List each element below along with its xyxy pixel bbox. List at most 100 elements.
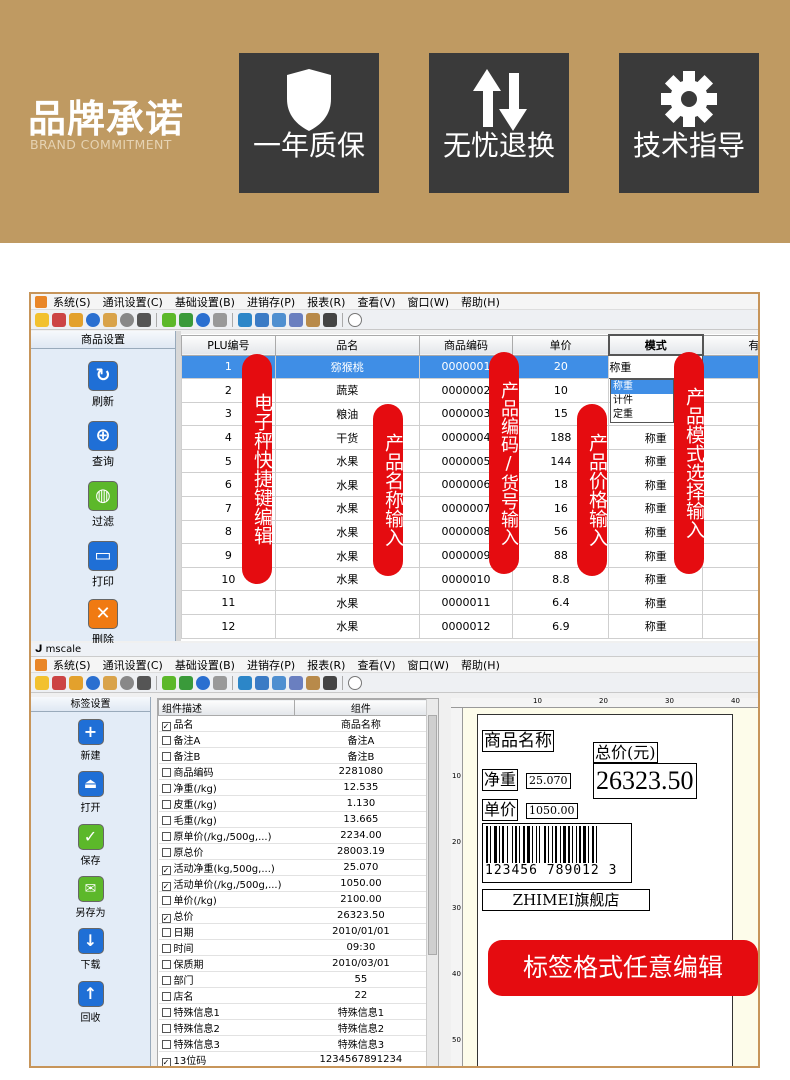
menu2-basic[interactable]: 基础设置(B) <box>175 657 235 673</box>
label2-icon[interactable] <box>272 675 286 690</box>
mode-option-weigh[interactable]: 称重 <box>611 380 673 394</box>
table-row[interactable]: 12水果00000126.9称重0 <box>181 614 758 639</box>
delete-button[interactable]: ✕ 删除 <box>31 599 175 647</box>
component-desc-cell[interactable]: 皮重(/kg) <box>158 795 295 812</box>
table-row[interactable]: 11水果00000116.4称重0 <box>181 590 758 616</box>
menu2-window[interactable]: 窗口(W) <box>408 657 449 673</box>
table-cell[interactable]: 0000011 <box>418 590 514 616</box>
component-row[interactable]: 日期 2010/01/01 <box>158 923 428 940</box>
table-cell[interactable]: 0 <box>702 425 758 450</box>
component-value[interactable]: 备注B <box>294 747 428 764</box>
component-value[interactable]: 28003.19 <box>294 843 428 860</box>
component-desc-cell[interactable]: 保质期 <box>158 955 295 972</box>
table-cell[interactable]: 12 <box>181 614 276 639</box>
tool-icon[interactable] <box>52 312 66 327</box>
component-checkbox[interactable] <box>161 944 171 953</box>
component-value[interactable]: 0001 <box>294 1068 427 1069</box>
table-cell[interactable]: 0 <box>702 543 758 568</box>
label2-icon[interactable] <box>272 312 286 327</box>
document-icon[interactable] <box>103 675 117 690</box>
table-cell[interactable]: 0 <box>702 519 758 545</box>
component-desc-cell[interactable]: ✓ 活动单价(/kg,/500g,...) <box>158 875 295 892</box>
database-icon[interactable] <box>213 312 227 327</box>
scale-icon[interactable] <box>238 312 252 327</box>
table-cell[interactable]: 称重 <box>608 614 704 639</box>
table-cell[interactable]: 0 <box>702 448 758 474</box>
component-value[interactable]: 55 <box>294 971 428 988</box>
menu-system[interactable]: 系统(S) <box>53 294 91 310</box>
star-icon[interactable] <box>35 675 49 690</box>
component-value[interactable]: 备注A <box>294 731 428 748</box>
clock-icon[interactable] <box>120 675 134 690</box>
component-value[interactable]: 2100.00 <box>294 891 428 908</box>
table-cell[interactable]: 0000012 <box>418 614 514 639</box>
component-row[interactable]: 毛重(/kg) 13.665 <box>158 811 428 828</box>
help-icon[interactable] <box>348 312 362 327</box>
label-total-value[interactable]: 26323.50 <box>593 763 697 799</box>
chart-bars-icon[interactable] <box>306 312 320 327</box>
component-checkbox[interactable]: ✓ <box>161 722 171 731</box>
download-button[interactable]: ↓ 下载 <box>31 928 150 971</box>
table-cell[interactable]: 0 <box>702 401 758 427</box>
barcode-icon[interactable] <box>323 312 337 327</box>
play-icon[interactable] <box>179 675 193 690</box>
component-checkbox[interactable] <box>161 992 171 1001</box>
table-cell[interactable]: 称重 <box>608 590 704 616</box>
component-desc-cell[interactable]: 备注A <box>158 731 295 748</box>
mode-dropdown-list[interactable]: 称重 计件 定重 <box>610 379 674 423</box>
sync-icon[interactable] <box>196 675 210 690</box>
component-value[interactable]: 2281080 <box>294 763 428 780</box>
menu2-system[interactable]: 系统(S) <box>53 657 91 673</box>
component-checkbox[interactable]: ✓ <box>161 882 171 891</box>
menu-inventory[interactable]: 进销存(P) <box>247 294 295 310</box>
component-desc-cell[interactable]: 时间 <box>158 939 295 956</box>
menu2-inventory[interactable]: 进销存(P) <box>247 657 295 673</box>
label-weight-title[interactable]: 净重 <box>482 769 519 791</box>
component-desc-cell[interactable]: 净重(/kg) <box>158 779 295 796</box>
col-component[interactable]: 组件 <box>293 699 429 716</box>
scale-icon[interactable] <box>238 675 252 690</box>
component-checkbox[interactable] <box>161 896 171 905</box>
component-checkbox[interactable] <box>161 976 171 985</box>
component-row[interactable]: 保质期 2010/03/01 <box>158 955 428 972</box>
component-desc-cell[interactable]: 单价(/kg) <box>158 891 295 908</box>
menu-help[interactable]: 帮助(H) <box>461 294 500 310</box>
table-cell[interactable]: 0 <box>702 378 758 403</box>
save-as-button[interactable]: ✉ 另存为 <box>31 876 150 919</box>
menu2-view[interactable]: 查看(V) <box>357 657 395 673</box>
col-valid[interactable]: 有效 <box>702 334 758 356</box>
col-name[interactable]: 品名 <box>274 334 420 356</box>
component-checkbox[interactable]: ✓ <box>161 1058 171 1066</box>
menu-report[interactable]: 报表(R) <box>307 294 345 310</box>
chart-icon[interactable] <box>137 312 151 327</box>
component-checkbox[interactable] <box>161 752 171 761</box>
component-value[interactable]: 25.070 <box>294 859 428 876</box>
component-desc-cell[interactable]: 原单价(/kg,/500g,...) <box>158 827 295 844</box>
component-row[interactable]: 时间 09:30 <box>158 939 428 956</box>
component-desc-cell[interactable]: 商品编码 <box>158 763 295 780</box>
mode-option-count[interactable]: 计件 <box>611 394 673 408</box>
component-desc-cell[interactable]: 特殊信息3 <box>158 1035 295 1052</box>
component-row[interactable]: 部门 55 <box>158 971 428 988</box>
component-value[interactable]: 12.535 <box>294 779 428 796</box>
menu-basic[interactable]: 基础设置(B) <box>175 294 235 310</box>
search-button[interactable]: ⊕ 查询 <box>31 421 175 469</box>
component-desc-cell[interactable]: ✓ 品名 <box>158 715 295 732</box>
mode-option-fixed[interactable]: 定重 <box>611 408 673 422</box>
component-value[interactable]: 2010/01/01 <box>294 923 428 940</box>
table-cell[interactable]: 11 <box>181 590 276 616</box>
menu-window[interactable]: 窗口(W) <box>408 294 449 310</box>
component-value[interactable]: 2234.00 <box>294 827 428 844</box>
save-button[interactable]: ✓ 保存 <box>31 824 150 867</box>
component-row[interactable]: 特殊信息2 特殊信息2 <box>158 1019 428 1036</box>
open-button[interactable]: ⏏ 打开 <box>31 771 150 814</box>
component-checkbox[interactable] <box>161 848 171 857</box>
table-cell[interactable]: 水果 <box>274 590 420 616</box>
label-price-title[interactable]: 单价 <box>482 799 519 821</box>
star-icon[interactable] <box>35 312 49 327</box>
info-icon[interactable] <box>86 312 100 327</box>
component-desc-cell[interactable]: 日期 <box>158 923 295 940</box>
add-icon[interactable] <box>162 312 176 327</box>
table-cell[interactable]: 10 <box>512 378 610 403</box>
component-desc-cell[interactable]: 打印编号 <box>159 1068 295 1069</box>
